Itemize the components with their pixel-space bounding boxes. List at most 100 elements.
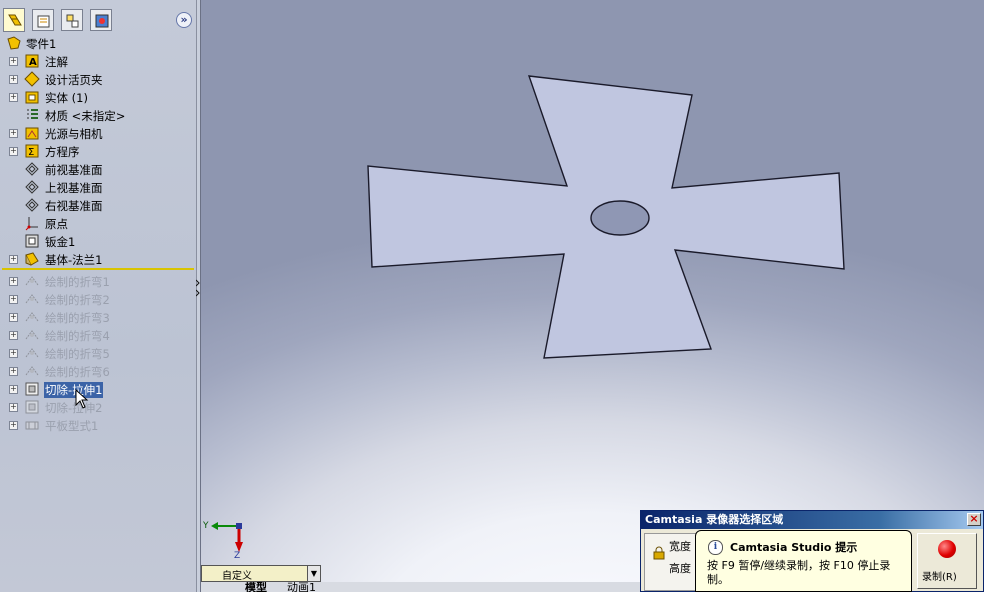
triad-y-label: Y <box>202 521 209 531</box>
tree-item[interactable]: + 基体-法兰1 <box>0 250 196 268</box>
tree-item-label: 前视基准面 <box>45 163 103 177</box>
tree-item-label: 切除-拉伸2 <box>45 401 103 415</box>
svg-text:Σ: Σ <box>28 147 34 158</box>
view-orientation-dropdown[interactable]: 自定义 ▼ <box>201 565 321 582</box>
part-model: Y Z <box>202 75 845 561</box>
rollback-bar[interactable] <box>2 268 194 270</box>
annotation-icon: A <box>25 54 39 68</box>
sketched-bend-icon <box>25 366 39 376</box>
tree-item[interactable]: + 绘制的折弯2 <box>0 290 196 308</box>
expand-icon[interactable]: + <box>9 295 18 304</box>
tab-animation[interactable]: 动画1 <box>287 582 316 592</box>
feature-manager-tab[interactable] <box>3 8 25 32</box>
tree-item-label: 上视基准面 <box>45 181 103 195</box>
tree-item[interactable]: 前视基准面 <box>0 160 196 178</box>
expand-icon[interactable]: + <box>9 403 18 412</box>
tree-item[interactable]: + 绘制的折弯3 <box>0 308 196 326</box>
tree-item-label: 绘制的折弯6 <box>45 365 110 379</box>
tree-item[interactable]: 钣金1 <box>0 232 196 250</box>
tree-item-label: 绘制的折弯3 <box>45 311 110 325</box>
dropdown-arrow-icon: ▼ <box>307 566 320 581</box>
tree-item-label: 绘制的折弯4 <box>45 329 110 343</box>
tree-item-label: 绘制的折弯1 <box>45 275 110 289</box>
bottom-tabs: 模型 动画1 <box>201 582 641 592</box>
tree-item[interactable]: + Σ 方程序 <box>0 142 196 160</box>
sketched-bend-icon <box>25 276 39 286</box>
tree-item-label: 注解 <box>45 55 68 69</box>
collapse-panel-button[interactable]: » <box>176 12 192 28</box>
equations-icon: Σ <box>25 144 39 158</box>
property-manager-tab[interactable] <box>32 9 54 31</box>
tree-item-label: 切除-拉伸1 <box>44 382 104 398</box>
region-size-panel: 宽度 高度 <box>644 533 702 591</box>
tree-item[interactable]: 原点 <box>0 214 196 232</box>
tree-item[interactable]: 右视基准面 <box>0 196 196 214</box>
lock-icon[interactable] <box>653 546 665 560</box>
expand-icon[interactable]: + <box>9 129 18 138</box>
tree-root[interactable]: 零件1 <box>0 34 196 52</box>
expand-icon[interactable]: + <box>9 147 18 156</box>
expand-icon[interactable]: + <box>9 313 18 322</box>
graphics-viewport[interactable]: Y Z <box>201 0 984 592</box>
tree-item-label: 绘制的折弯5 <box>45 347 110 361</box>
expand-icon[interactable]: + <box>9 75 18 84</box>
expand-icon[interactable]: + <box>9 255 18 264</box>
tree-item-label: 设计活页夹 <box>45 73 103 87</box>
flat-pattern-icon <box>25 421 39 430</box>
tree-item[interactable]: + 绘制的折弯4 <box>0 326 196 344</box>
tree-item[interactable]: + 设计活页夹 <box>0 70 196 88</box>
tree-item[interactable]: + 绘制的折弯1 <box>0 272 196 290</box>
tooltip-title: Camtasia Studio 提示 <box>730 541 858 554</box>
sheet-metal-cross-part[interactable] <box>367 75 845 359</box>
expand-icon[interactable]: + <box>9 385 18 394</box>
base-flange-icon <box>25 252 39 266</box>
tree-item[interactable]: 上视基准面 <box>0 178 196 196</box>
tree-item[interactable]: + 切除-拉伸1 <box>0 380 196 398</box>
tree-item-label: 右视基准面 <box>45 199 103 213</box>
tree-item-label: 方程序 <box>45 145 80 159</box>
part-name: 零件1 <box>26 37 57 51</box>
height-label: 高度 <box>669 562 691 575</box>
record-icon <box>938 540 956 558</box>
tree-item[interactable]: + 平板型式1 <box>0 416 196 434</box>
lights-cameras-icon <box>25 127 39 140</box>
camtasia-tooltip: i Camtasia Studio 提示 按 F9 暂停/继续录制，按 F10 … <box>695 530 912 592</box>
expand-icon[interactable]: + <box>9 277 18 286</box>
tree-item-label: 基体-法兰1 <box>45 253 103 267</box>
expand-icon[interactable]: + <box>9 367 18 376</box>
tree-item[interactable]: + 光源与相机 <box>0 124 196 142</box>
tab-model[interactable]: 模型 <box>245 582 267 592</box>
cut-extrude-icon <box>25 382 39 396</box>
tree-item[interactable]: + 实体 (1) <box>0 88 196 106</box>
view-orientation-value: 自定义 <box>222 571 252 582</box>
sketched-bend-icon <box>25 312 39 322</box>
tree-item[interactable]: 材质 <未指定> <box>0 106 196 124</box>
configuration-manager-tab[interactable] <box>61 9 83 31</box>
expand-icon[interactable]: + <box>9 421 18 430</box>
display-manager-tab[interactable] <box>90 9 112 31</box>
solid-bodies-icon <box>25 91 39 104</box>
sketched-bend-icon <box>25 294 39 304</box>
expand-icon[interactable]: + <box>9 93 18 102</box>
record-button[interactable]: 录制(R) <box>917 533 977 589</box>
plane-icon <box>25 162 39 176</box>
expand-icon[interactable]: + <box>9 331 18 340</box>
tooltip-body: 按 F9 暂停/继续录制，按 F10 停止录制。 <box>707 559 891 586</box>
sketched-bend-icon <box>25 330 39 340</box>
expand-icon[interactable]: + <box>9 349 18 358</box>
tree-item[interactable]: + 切除-拉伸2 <box>0 398 196 416</box>
close-button[interactable]: × <box>967 513 981 526</box>
record-label: 录制(R) <box>922 572 957 583</box>
expand-icon[interactable]: + <box>9 57 18 66</box>
tree-item-label: 材质 <未指定> <box>45 109 126 123</box>
tree-item[interactable]: + A 注解 <box>0 52 196 70</box>
center-hole <box>590 200 650 236</box>
origin-icon <box>25 217 38 231</box>
part-icon <box>7 36 21 50</box>
plane-icon <box>25 180 39 194</box>
plane-icon <box>25 198 39 212</box>
tree-item[interactable]: + 绘制的折弯5 <box>0 344 196 362</box>
triad-z-label: Z <box>234 551 240 561</box>
tree-item-label: 实体 (1) <box>45 91 88 105</box>
tree-item[interactable]: + 绘制的折弯6 <box>0 362 196 380</box>
